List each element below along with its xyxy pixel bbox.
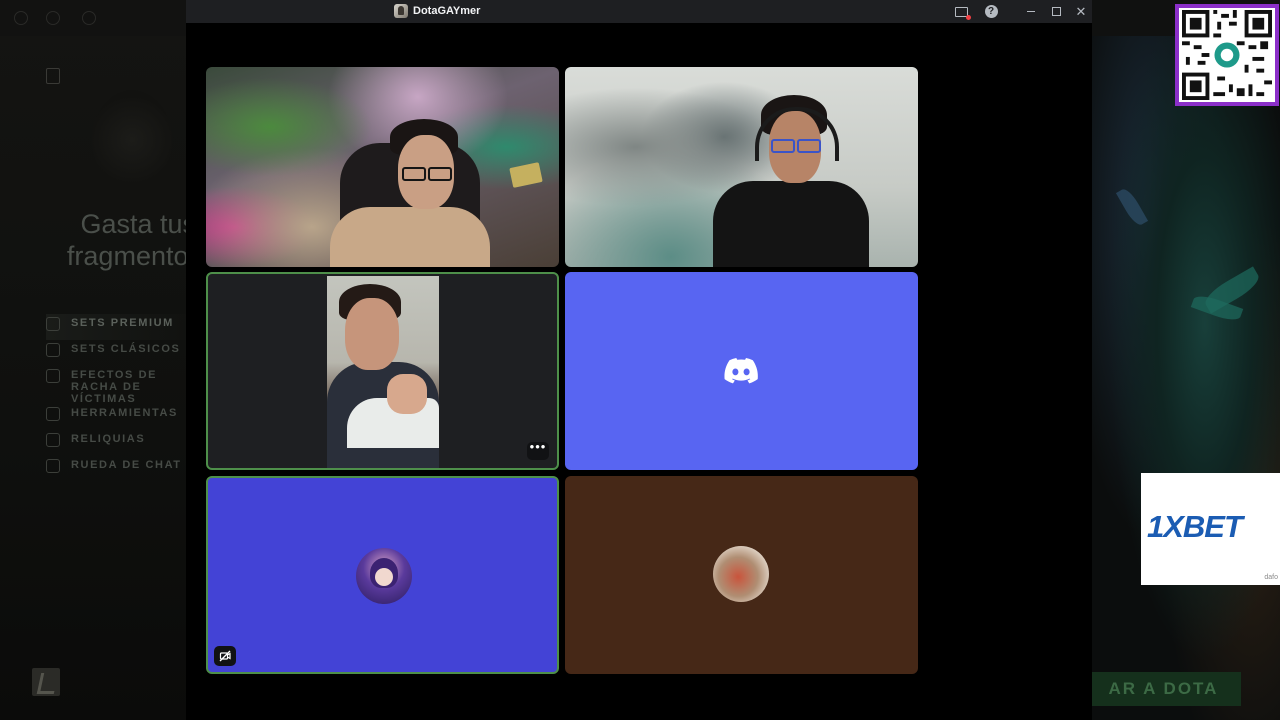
- reliquias-icon: [46, 433, 60, 447]
- leaf-art: [1115, 186, 1149, 228]
- participant-webcam-person: [206, 67, 559, 267]
- menu-item-label: RELIQUIAS: [71, 433, 146, 445]
- camera-off-icon: [219, 650, 231, 662]
- play-dota-button[interactable]: AR A DOTA: [1086, 672, 1241, 706]
- back-icon: [14, 11, 28, 25]
- hero-silhouette: [92, 90, 172, 190]
- menu-item-label: SETS PREMIUM: [71, 317, 174, 329]
- promo-text: Gasta tus fragmento.: [56, 208, 196, 272]
- participant-avatar-tile-1[interactable]: [206, 476, 559, 674]
- discord-call-window: DotaGAYmer ? ✕ •••: [186, 0, 1092, 720]
- window-title: DotaGAYmer: [413, 5, 481, 17]
- home-icon: [82, 11, 96, 25]
- server-icon: [394, 4, 408, 18]
- camera-off-button[interactable]: [214, 646, 236, 666]
- dota-logo-icon: [32, 668, 60, 696]
- qr-code-icon: [1182, 10, 1272, 100]
- participant-avatar-tile-2[interactable]: [565, 476, 918, 674]
- efectos-icon: [46, 369, 60, 383]
- sets-clasicos-icon: [46, 343, 60, 357]
- sponsor-logo-text: 1XBET: [1147, 509, 1243, 544]
- maximize-button[interactable]: [1047, 3, 1065, 20]
- menu-item-efectos[interactable]: EFECTOS DE RACHA DE VÍCTIMAS: [46, 366, 201, 405]
- menu-item-label: EFECTOS DE RACHA DE VÍCTIMAS: [71, 369, 158, 405]
- participant-webcam-person: [565, 67, 918, 267]
- inventory-icon: [46, 68, 60, 84]
- background-hero-art: [1092, 0, 1280, 720]
- store-menu: SETS PREMIUM SETS CLÁSICOS EFECTOS DE RA…: [46, 314, 201, 482]
- sponsor-ad-banner[interactable]: 1XBET dafo: [1141, 473, 1280, 585]
- settings-icon: [46, 11, 60, 25]
- more-options-button[interactable]: •••: [527, 440, 549, 460]
- discord-logo-icon: [724, 358, 758, 384]
- menu-item-rueda-de-chat[interactable]: RUEDA DE CHAT: [46, 456, 201, 482]
- herramientas-icon: [46, 407, 60, 421]
- maximize-icon: [1051, 7, 1061, 16]
- menu-item-label: SETS CLÁSICOS: [71, 343, 181, 355]
- help-icon: ?: [984, 5, 998, 18]
- title-bar: DotaGAYmer ? ✕: [186, 0, 1092, 23]
- close-button[interactable]: ✕: [1072, 3, 1090, 20]
- menu-item-herramientas[interactable]: HERRAMIENTAS: [46, 404, 201, 430]
- menu-item-sets-clasicos[interactable]: SETS CLÁSICOS: [46, 340, 201, 366]
- qr-code-overlay: [1175, 4, 1279, 106]
- help-button[interactable]: ?: [982, 3, 1000, 20]
- screen-share-icon: [954, 6, 971, 20]
- avatar: [356, 548, 412, 604]
- menu-item-label: HERRAMIENTAS: [71, 407, 178, 419]
- background-client-topbar: [0, 0, 186, 36]
- participant-video-tile-3[interactable]: •••: [206, 272, 559, 470]
- menu-item-reliquias[interactable]: RELIQUIAS: [46, 430, 201, 456]
- rueda-de-chat-icon: [46, 459, 60, 473]
- promo-line-1: Gasta tus: [80, 209, 196, 239]
- promo-line-2: fragmento.: [66, 241, 196, 271]
- participant-video-tile-2[interactable]: [565, 67, 918, 267]
- minimize-icon: [1027, 11, 1035, 12]
- avatar: [713, 546, 769, 602]
- participant-tile-no-video[interactable]: [565, 272, 918, 470]
- screen-share-button[interactable]: [952, 3, 971, 20]
- sponsor-small-text: dafo: [1264, 574, 1278, 581]
- minimize-button[interactable]: [1022, 3, 1040, 20]
- sets-premium-icon: [46, 317, 60, 331]
- participant-video-tile-1[interactable]: [206, 67, 559, 267]
- menu-item-sets-premium[interactable]: SETS PREMIUM: [46, 314, 201, 340]
- phone-camera-feed: [327, 276, 439, 468]
- close-icon: ✕: [1075, 4, 1087, 19]
- menu-item-label: RUEDA DE CHAT: [71, 459, 182, 471]
